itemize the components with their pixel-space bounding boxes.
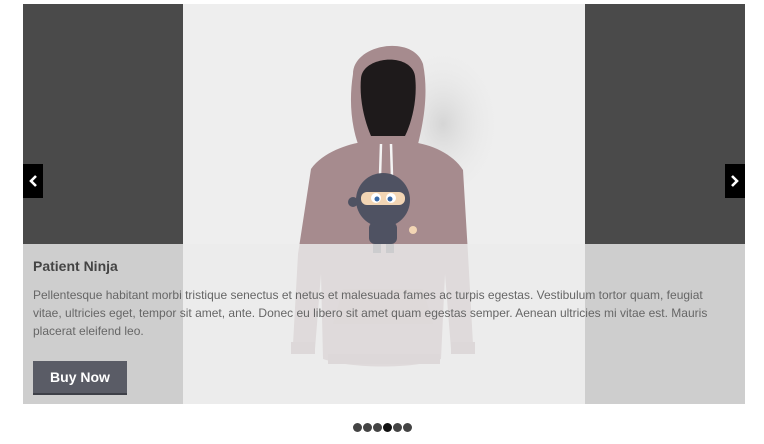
slide-caption: Patient Ninja Pellentesque habitant morb… (23, 244, 745, 404)
pagination-dot-6[interactable] (402, 423, 412, 432)
buy-now-button[interactable]: Buy Now (33, 361, 127, 395)
previous-slide-button[interactable] (23, 164, 43, 198)
chevron-right-icon (731, 175, 739, 187)
slide-title: Patient Ninja (33, 258, 118, 274)
pagination-dot-1[interactable] (352, 423, 362, 432)
next-slide-button[interactable] (725, 164, 745, 198)
pagination-dot-2[interactable] (362, 423, 372, 432)
pagination-dot-5[interactable] (392, 423, 402, 432)
product-slider[interactable]: Patient Ninja Pellentesque habitant morb… (23, 4, 745, 404)
chevron-left-icon (29, 175, 37, 187)
slider-pagination (0, 423, 764, 435)
pagination-dot-4[interactable] (382, 423, 392, 432)
pagination-dot-3[interactable] (372, 423, 382, 432)
slide-description: Pellentesque habitant morbi tristique se… (33, 288, 708, 338)
